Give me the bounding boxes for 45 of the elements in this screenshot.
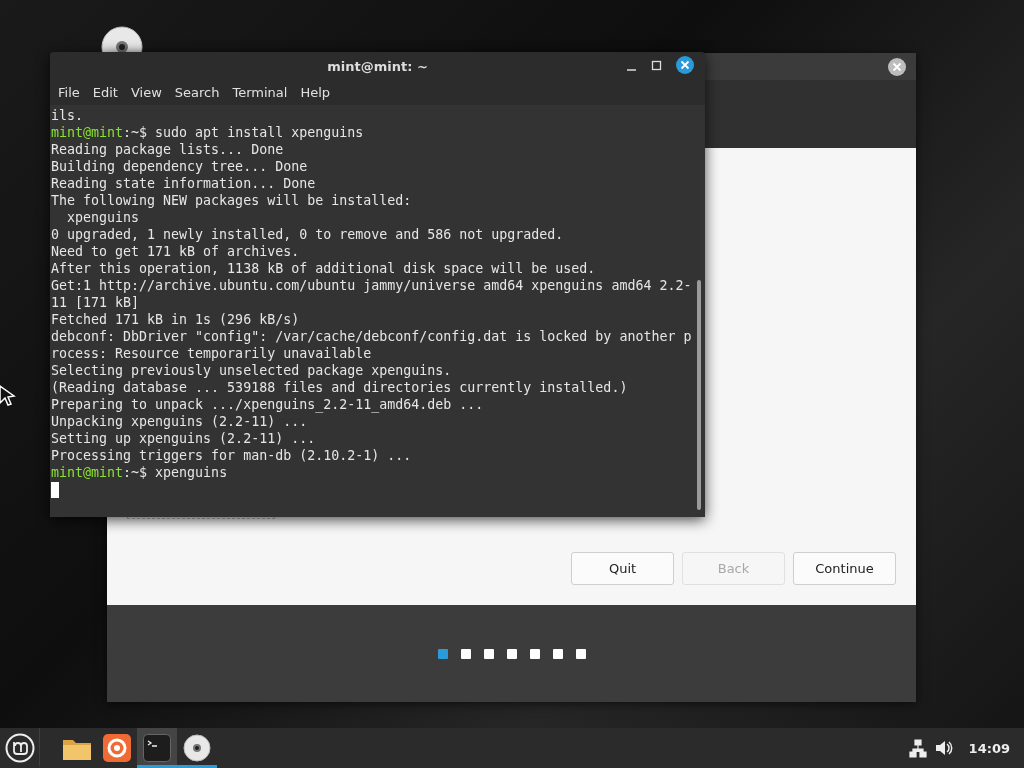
close-icon[interactable] bbox=[888, 57, 906, 76]
terminal-line: Fetched 171 kB in 1s (296 kB/s) bbox=[51, 311, 300, 328]
terminal-line: Unpacking xpenguins (2.2-11) ... bbox=[51, 413, 308, 430]
menu-item[interactable]: Terminal bbox=[226, 83, 294, 102]
browser-icon[interactable] bbox=[103, 734, 131, 762]
terminal-line: Processing triggers for man-db (2.10.2-1) ... bbox=[51, 447, 412, 464]
clock[interactable]: 14:09 bbox=[968, 740, 1010, 756]
menu-item[interactable]: View bbox=[124, 83, 168, 102]
terminal-line: The following NEW packages will be installed: bbox=[51, 192, 412, 209]
menu-item[interactable]: Search bbox=[168, 83, 226, 102]
close-icon[interactable] bbox=[676, 56, 694, 74]
prompt-line: mint@mint:~$ xpenguins bbox=[51, 464, 228, 481]
terminal-line: debconf: DbDriver "config": /var/cache/debconf/config.dat is locked by another p bbox=[51, 328, 692, 345]
terminal-line: ils. bbox=[51, 107, 84, 124]
volume-icon[interactable] bbox=[934, 739, 953, 757]
disc-icon[interactable] bbox=[183, 734, 211, 762]
wizard-button[interactable]: Continue bbox=[793, 552, 896, 585]
terminal-line: Get:1 http://archive.ubuntu.com/ubuntu jammy/universe amd64 xpenguins amd64 2.2- bbox=[51, 277, 692, 294]
menu-item[interactable]: Edit bbox=[86, 83, 124, 102]
prompt-line: mint@mint:~$ sudo apt install xpenguins bbox=[51, 124, 364, 141]
network-icon[interactable] bbox=[908, 738, 927, 758]
text-cursor bbox=[51, 482, 59, 498]
terminal-line: (Reading database ... 539188 files and directories currently installed.) bbox=[51, 379, 628, 396]
terminal-line: 11 [171 kB] bbox=[51, 294, 140, 311]
mint-logo-icon[interactable] bbox=[4, 733, 35, 763]
terminal-output[interactable] bbox=[50, 105, 705, 517]
terminal-line: Preparing to unpack .../xpenguins_2.2-11_amd64.deb ... bbox=[51, 396, 484, 413]
terminal-line: Building dependency tree... Done bbox=[51, 158, 308, 175]
terminal-line: 0 upgraded, 1 newly installed, 0 to remove and 586 not upgraded. bbox=[51, 226, 564, 243]
maximize-icon[interactable] bbox=[651, 59, 662, 71]
terminal-line: Need to get 171 kB of archives. bbox=[51, 243, 300, 260]
terminal-line: rocess: Resource temporarily unavailable bbox=[51, 345, 372, 362]
terminal-line: Reading package lists... Done bbox=[51, 141, 284, 158]
mouse-pointer-icon bbox=[0, 384, 16, 406]
terminal-line: xpenguins bbox=[66, 209, 140, 226]
terminal-line: After this operation, 1138 kB of additional disk space will be used. bbox=[51, 260, 596, 277]
window-title: mint@mint: ~ bbox=[327, 58, 428, 74]
wizard-button[interactable]: Quit bbox=[571, 552, 674, 585]
menu-item[interactable]: File bbox=[52, 83, 86, 102]
menu-item[interactable]: Help bbox=[294, 83, 337, 102]
terminal-icon[interactable] bbox=[143, 734, 171, 762]
scrollbar[interactable] bbox=[697, 280, 701, 510]
terminal-line: Selecting previously unselected package xpenguins. bbox=[51, 362, 452, 379]
terminal-line: Reading state information... Done bbox=[51, 175, 316, 192]
terminal-line: Setting up xpenguins (2.2-11) ... bbox=[51, 430, 316, 447]
